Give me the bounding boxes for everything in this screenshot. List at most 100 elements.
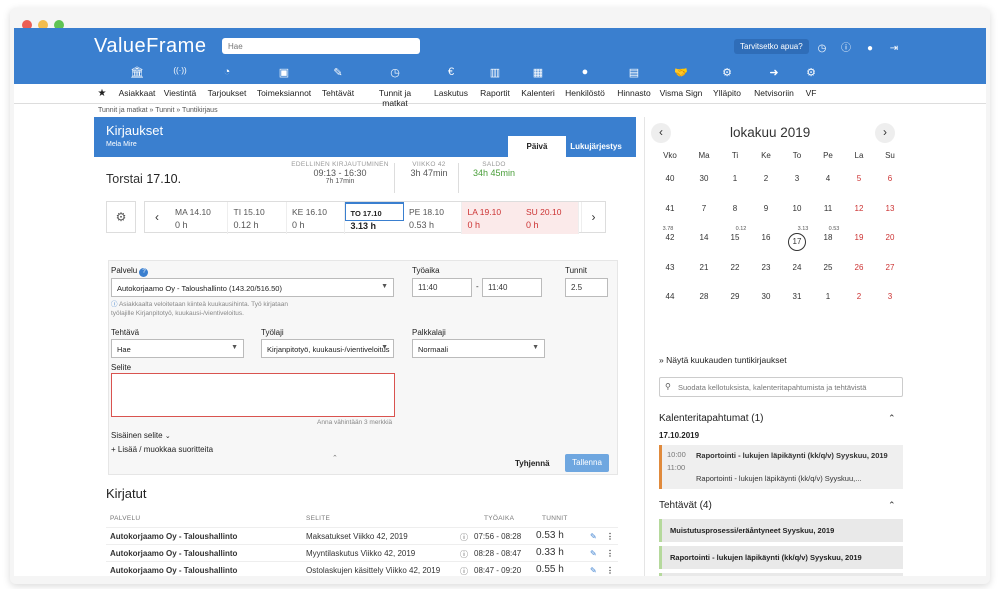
calendar-day[interactable]: 31	[782, 292, 812, 301]
calendar-day[interactable]: 17	[782, 233, 812, 251]
edit-icon[interactable]: ✎	[308, 66, 368, 79]
calendar-day[interactable]: 15	[720, 233, 750, 242]
suoritteet-link[interactable]: + Lisää / muokkaa suoritteita	[111, 445, 213, 454]
day-cell[interactable]: LA 19.10 0 h	[461, 202, 521, 234]
calendar-day[interactable]: 30	[751, 292, 781, 301]
day-cell[interactable]: SU 20.10 0 h	[520, 202, 579, 234]
calendar-event[interactable]: 10:00 11:00 Raportointi - lukujen läpikä…	[659, 445, 903, 489]
nav-item[interactable]: Toimeksiannot	[254, 88, 314, 98]
help-button[interactable]: Tarvitsetko apua?	[734, 39, 809, 54]
filter-search-input[interactable]: ⚲ Suodata kellotuksista, kalenteritapahtu…	[659, 377, 903, 397]
hours-input[interactable]: 2.5	[565, 278, 608, 297]
calendar-day[interactable]: 21	[689, 263, 719, 272]
clear-button[interactable]: Tyhjennä	[515, 459, 550, 468]
calendar-day[interactable]: 6	[875, 174, 905, 183]
nav-item[interactable]: Tarjoukset	[197, 88, 257, 98]
calendar-day[interactable]: 30	[689, 174, 719, 183]
info-icon[interactable]: ⓘ	[460, 532, 468, 543]
table-row[interactable]: Autokorjaamo Oy - Taloushallinto Maksatuk…	[106, 528, 618, 545]
calendar-day[interactable]: 14	[689, 233, 719, 242]
clock-icon[interactable]: ◷	[365, 66, 425, 79]
table-row[interactable]: Autokorjaamo Oy - Taloushallinto Myyntila…	[106, 545, 618, 562]
calendar-day[interactable]: 16	[751, 233, 781, 242]
calendar-day[interactable]: 25	[813, 263, 843, 272]
calendar-day[interactable]: 13	[875, 204, 905, 213]
calendar-day[interactable]: 4	[813, 174, 843, 183]
edit-icon[interactable]: ✎	[590, 566, 597, 575]
calendar-day[interactable]: 8	[720, 204, 750, 213]
calendar-day[interactable]: 1	[813, 292, 843, 301]
nav-item[interactable]: Tehtävät	[308, 88, 368, 98]
calendar-day[interactable]: 10	[782, 204, 812, 213]
start-time-input[interactable]: 11:40	[412, 278, 472, 297]
end-time-input[interactable]: 11:40	[482, 278, 542, 297]
clock-icon[interactable]: ◷	[810, 43, 834, 54]
calendar-day[interactable]: 7	[689, 204, 719, 213]
sisainen-selite-toggle[interactable]: Sisäinen selite ⌄	[111, 431, 171, 440]
day-cell[interactable]: MA 14.10 0 h	[169, 202, 228, 234]
calendar-day[interactable]: 5	[844, 174, 874, 183]
calendar-day[interactable]: 11	[813, 204, 843, 213]
task-item[interactable]: Muistutusprosessi/eräåntyneet Syyskuu, 2…	[659, 519, 903, 542]
nav-item[interactable]: Tunnit ja matkat	[365, 88, 425, 108]
calendar-day[interactable]: 24	[782, 263, 812, 272]
more-icon[interactable]: ⋮	[606, 532, 614, 541]
calendar-day[interactable]: 1	[720, 174, 750, 183]
gears-icon[interactable]: ⚙	[781, 66, 841, 79]
calendar-day[interactable]: 23	[751, 263, 781, 272]
chevron-left-icon[interactable]: ‹	[145, 202, 169, 232]
tab-paiva[interactable]: Päivä	[508, 136, 566, 157]
tehtava-select[interactable]: Hae ▼	[111, 339, 244, 358]
gear-icon[interactable]: ⚙	[106, 201, 136, 233]
calendar-day[interactable]: 9	[751, 204, 781, 213]
calendar-day[interactable]: 22	[720, 263, 750, 272]
tyolaji-select[interactable]: Kirjanpitotyö, kuukausi-/vientiveloitus ▼	[261, 339, 394, 358]
day-cell[interactable]: TI 15.10 0.12 h	[228, 202, 287, 234]
chevron-up-icon[interactable]: ⌃	[888, 500, 896, 511]
info-icon[interactable]: ⓘ	[460, 566, 468, 576]
palkkalaji-select[interactable]: Normaali ▼	[412, 339, 545, 358]
selite-textarea[interactable]	[111, 373, 395, 417]
collapse-icon[interactable]: ⌃	[332, 454, 338, 462]
chevron-right-icon[interactable]: ›	[581, 202, 605, 232]
calendar-day[interactable]: 20	[875, 233, 905, 242]
calendar-day[interactable]: 3	[782, 174, 812, 183]
day-cell[interactable]: TO 17.10 3.13 h	[344, 202, 404, 231]
chevron-up-icon[interactable]: ⌃	[888, 413, 896, 424]
calendar-day[interactable]: 3	[875, 292, 905, 301]
help-circle-icon[interactable]: ?	[139, 268, 149, 277]
calendar-day[interactable]: 18	[813, 233, 843, 242]
edit-icon[interactable]: ✎	[590, 549, 597, 558]
task-item[interactable]: Ostolaskujen käsittely Lokakuu, 2019	[659, 573, 903, 576]
day-cell[interactable]: KE 16.10 0 h	[286, 202, 345, 234]
day-cell[interactable]: PE 18.10 0.53 h	[403, 202, 462, 234]
palvelu-select[interactable]: Autokorjaamo Oy - Taloushallinto (143.20…	[111, 278, 394, 297]
info-icon[interactable]: ⓘ	[834, 39, 858, 54]
save-button[interactable]: Tallenna	[565, 454, 609, 472]
calendar-day[interactable]: 27	[875, 263, 905, 272]
pie-chart-icon[interactable]: ◔	[197, 66, 257, 78]
nav-item[interactable]: VF	[781, 88, 841, 98]
calendar-day[interactable]: 2	[751, 174, 781, 183]
prev-month-icon[interactable]: ‹	[651, 123, 671, 143]
global-search-input[interactable]	[222, 38, 420, 54]
app-logo[interactable]: ValueFrame	[94, 35, 206, 58]
calendar-day[interactable]: 19	[844, 233, 874, 242]
more-icon[interactable]: ⋮	[606, 566, 614, 575]
info-icon[interactable]: ⓘ	[460, 549, 468, 560]
calendar-day[interactable]: 28	[689, 292, 719, 301]
edit-icon[interactable]: ✎	[590, 532, 597, 541]
more-icon[interactable]: ⋮	[606, 549, 614, 558]
calendar-day[interactable]: 29	[720, 292, 750, 301]
task-item[interactable]: Raportointi - lukujen läpikäynti (kk/q/v…	[659, 546, 903, 569]
next-month-icon[interactable]: ›	[875, 123, 895, 143]
calendar-day[interactable]: 26	[844, 263, 874, 272]
calendar-day[interactable]: 12	[844, 204, 874, 213]
briefcase-icon[interactable]: ▣	[254, 66, 314, 79]
show-month-entries-link[interactable]: » Näytä kuukauden tuntikirjaukset	[659, 355, 787, 365]
logout-icon[interactable]: ⇥	[882, 43, 906, 54]
calendar-day[interactable]: 2	[844, 292, 874, 301]
user-icon[interactable]: ●	[858, 43, 882, 54]
table-row[interactable]: Autokorjaamo Oy - Taloushallinto Ostolask…	[106, 562, 618, 576]
tab-lukujarjestys[interactable]: Lukujärjestys	[566, 136, 626, 157]
